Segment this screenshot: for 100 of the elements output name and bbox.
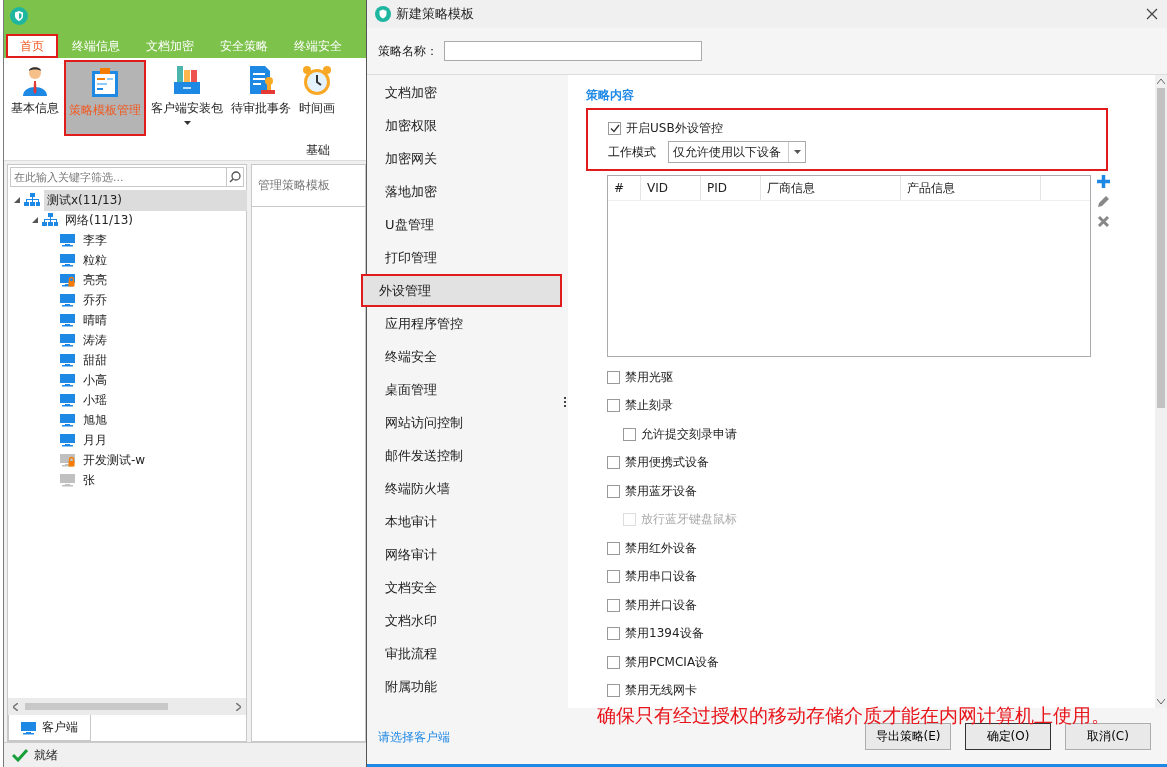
nav-item[interactable]: 文档水印 — [367, 604, 562, 637]
plus-icon — [1097, 175, 1110, 188]
scroll-up-icon — [1157, 79, 1165, 84]
checkbox[interactable] — [607, 484, 620, 498]
delete-button[interactable] — [1097, 215, 1110, 228]
search-button[interactable] — [226, 167, 244, 187]
checkbox-label: 禁用串口设备 — [625, 568, 697, 586]
status-text: 就绪 — [34, 746, 58, 764]
ribbon-button[interactable]: 基本信息 — [8, 60, 62, 136]
checkbox[interactable] — [607, 570, 620, 584]
checkbox[interactable] — [607, 456, 620, 470]
column-header[interactable]: 产品信息 — [901, 176, 1041, 200]
nav-item[interactable]: 本地审计 — [367, 505, 562, 538]
checkbox[interactable] — [607, 598, 620, 612]
checkbox[interactable] — [608, 121, 621, 135]
computer-icon — [60, 293, 76, 307]
pencil-icon — [1097, 195, 1110, 208]
nav-item[interactable]: 网站访问控制 — [367, 406, 562, 439]
network-icon — [24, 193, 40, 207]
checkbox[interactable] — [607, 627, 620, 641]
ribbon-button[interactable]: 客户端安装包 — [148, 60, 226, 136]
nav-item[interactable]: 终端安全 — [367, 340, 562, 373]
nav-item[interactable]: 加密权限 — [367, 109, 562, 142]
tree-item[interactable]: 小瑶 — [80, 389, 110, 411]
tree-item[interactable]: 乔乔 — [80, 289, 110, 311]
checkbox[interactable] — [607, 655, 620, 669]
vertical-scrollbar[interactable] — [1155, 75, 1167, 708]
scroll-down-icon — [1157, 699, 1165, 704]
tree-item[interactable]: 李李 — [80, 229, 110, 251]
pane-tab[interactable]: 客户端 — [8, 715, 91, 741]
computer-icon — [60, 253, 76, 267]
computer-icon — [60, 333, 76, 347]
tree-item[interactable]: 小高 — [80, 369, 110, 391]
nav-item[interactable]: 外设管理 — [361, 274, 562, 307]
tree-item[interactable]: 甜甜 — [80, 349, 110, 371]
column-header[interactable]: 厂商信息 — [761, 176, 901, 200]
ribbon-button[interactable]: 待审批事务 — [228, 60, 294, 136]
nav-item[interactable]: 落地加密 — [367, 175, 562, 208]
nav-item[interactable]: 终端防火墙 — [367, 472, 562, 505]
dialog-title: 新建策略模板 — [396, 5, 475, 23]
checkbox-label: 禁用并口设备 — [625, 596, 697, 614]
field-label: 工作模式 — [608, 143, 656, 161]
dropdown[interactable]: 仅允许使用以下设备 — [668, 141, 806, 163]
checkbox[interactable] — [607, 399, 620, 413]
checkbox-label: 禁用蓝牙设备 — [625, 482, 697, 500]
checkbox-label: 禁用光驱 — [625, 368, 673, 386]
computer-icon — [60, 433, 76, 447]
checkbox-label: 放行蓝牙键盘鼠标 — [641, 511, 737, 529]
tree-item[interactable]: 月月 — [80, 429, 110, 451]
checkbox[interactable] — [607, 370, 620, 384]
nav-item[interactable]: 文档安全 — [367, 571, 562, 604]
locked-computer-icon — [60, 273, 76, 287]
tree-item[interactable]: 粒粒 — [80, 249, 110, 271]
computer-icon — [60, 473, 76, 487]
tree-item[interactable]: 测试x(11/13) — [44, 189, 248, 211]
computer-icon — [21, 720, 37, 735]
search-field[interactable]: 在此输入关键字筛选... — [10, 167, 226, 187]
nav-item[interactable]: 加密网关 — [367, 142, 562, 175]
nav-item[interactable]: 应用程序管控 — [367, 307, 562, 340]
splitter-grip-icon[interactable] — [562, 396, 568, 407]
checkbox[interactable] — [607, 684, 620, 698]
computer-icon — [60, 413, 76, 427]
network-icon — [42, 213, 58, 227]
column-header[interactable]: PID — [701, 176, 761, 200]
close-icon — [1146, 8, 1158, 20]
checkbox[interactable] — [623, 427, 636, 441]
nav-item[interactable]: 审批流程 — [367, 637, 562, 670]
add-button[interactable] — [1097, 175, 1110, 188]
computer-icon — [60, 313, 76, 327]
column-header[interactable]: VID — [641, 176, 701, 200]
nav-item[interactable]: 打印管理 — [367, 241, 562, 274]
tree-item[interactable]: 亮亮 — [80, 269, 110, 291]
nav-item[interactable]: 网络审计 — [367, 538, 562, 571]
tree-item[interactable]: 涛涛 — [80, 329, 110, 351]
tree-item[interactable]: 张 — [80, 469, 98, 491]
nav-item[interactable]: 邮件发送控制 — [367, 439, 562, 472]
checkbox-label: 禁用红外设备 — [625, 539, 697, 557]
search-icon — [229, 171, 241, 183]
column-header[interactable]: # — [608, 176, 641, 200]
nav-item[interactable]: 附属功能 — [367, 670, 562, 703]
tree-item[interactable]: 晴晴 — [80, 309, 110, 331]
link[interactable]: 请选择客户端 — [378, 729, 450, 750]
tree-item[interactable]: 网络(11/13) — [62, 209, 136, 231]
nav-item[interactable]: 桌面管理 — [367, 373, 562, 406]
horizontal-scrollbar[interactable] — [8, 698, 246, 715]
nav-item[interactable]: U盘管理 — [367, 208, 562, 241]
check-icon — [12, 748, 28, 762]
input-field[interactable] — [444, 41, 702, 61]
computer-icon — [60, 353, 76, 367]
section-title: 策略内容 — [586, 87, 635, 104]
caret-icon — [793, 150, 801, 154]
edit-button[interactable] — [1097, 195, 1110, 208]
tree-item[interactable]: 开发测试-w — [80, 449, 149, 471]
computer-icon — [60, 373, 76, 387]
nav-item[interactable]: 文档加密 — [367, 76, 562, 109]
clipboard-icon — [89, 66, 121, 98]
menu-tab[interactable]: 首页 — [6, 34, 58, 58]
checkbox[interactable] — [607, 541, 620, 555]
tree-item[interactable]: 旭旭 — [80, 409, 110, 431]
ribbon-button[interactable]: 时间画 — [296, 60, 338, 136]
